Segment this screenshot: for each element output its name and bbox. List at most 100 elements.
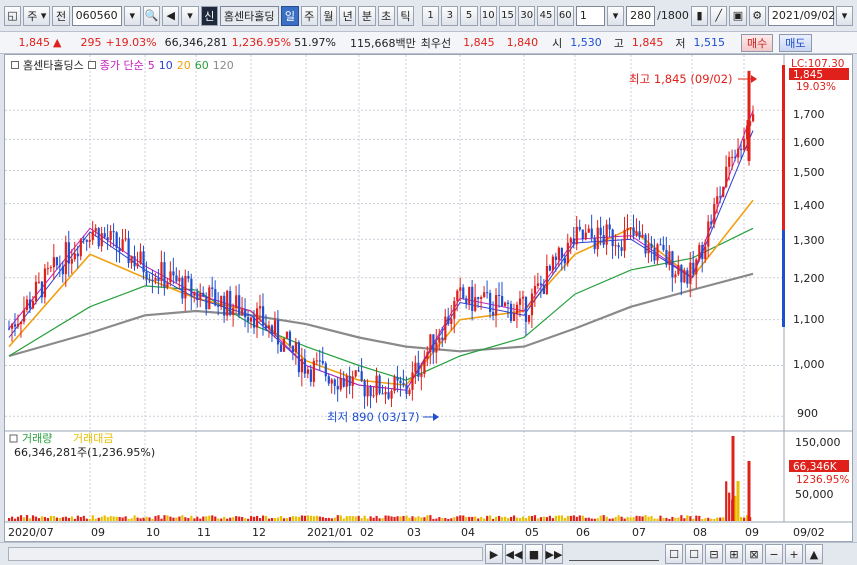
high-annotation: 최고 1,845 (09/02) [629,72,733,86]
scroll-up-icon[interactable]: ▲ [805,544,823,564]
volume-bar [279,516,283,521]
legend-ma-box[interactable] [87,61,96,69]
candle-body [740,148,743,151]
interval-60[interactable]: 60 [556,5,574,26]
count-input[interactable]: 280 [626,5,656,26]
volume-bar [303,515,307,521]
buy-button[interactable]: 매수 [741,33,774,52]
price-tick-1000: 1,000 [793,358,825,371]
candle-body [247,317,250,322]
menu-dropdown-icon[interactable]: ▾ [181,5,199,26]
scroll-right-icon[interactable]: ▶ [485,544,503,564]
candle-body [357,370,360,372]
legend-box[interactable] [11,61,19,69]
zoom-plus-icon[interactable]: + [785,544,803,564]
candle-body [309,369,312,382]
stop-icon[interactable]: ■ [525,544,543,564]
rewind-icon[interactable]: ◀◀ [505,544,523,564]
date-input[interactable]: 2021/09/02 [767,5,835,26]
interval-5[interactable]: 5 [460,5,478,26]
volume-bar [435,518,438,521]
candle-body [342,378,345,387]
volume-bar [151,518,154,521]
candle-body [351,376,354,386]
layout-icon[interactable]: ◱ [4,5,22,26]
volume-bar [563,517,566,521]
candle-body [8,328,11,330]
chart-tool-icon-1[interactable]: ⊟ [705,544,723,564]
volume-bar [495,516,498,521]
volume-bar [58,517,61,521]
candle-type-icon[interactable]: ▮ [690,5,709,26]
interval-45[interactable]: 45 [537,5,555,26]
candle-body [16,324,20,327]
zoom-slider[interactable] [569,547,659,561]
x-tick-02: 02 [360,526,374,539]
volume-bar [339,515,342,521]
volume-bar [605,516,608,521]
period-year[interactable]: 년 [339,5,357,26]
step-input[interactable]: 1 [575,5,605,26]
save-icon[interactable]: ▣ [729,5,747,26]
candle-body [94,228,97,232]
volume-bar [145,516,148,521]
period-month[interactable]: 월 [319,5,338,26]
candle-body [88,240,91,242]
interval-10[interactable]: 10 [479,5,497,26]
zoom-checkbox-1[interactable]: ☐ [665,544,683,564]
zoom-minus-icon[interactable]: − [765,544,783,564]
price-volume-chart[interactable]: 1,700 1,600 1,500 1,400 1,300 1,200 1,10… [5,55,852,541]
chart-panel[interactable]: 1,700 1,600 1,500 1,400 1,300 1,200 1,10… [4,54,853,542]
volume-bar [626,517,629,521]
candle-body [148,279,151,281]
candle-body [258,306,262,309]
vol-legend-box[interactable] [9,434,18,443]
candle-body [710,221,713,225]
period-week[interactable]: 주 [300,5,318,26]
chart-tool-icon-2[interactable]: ⊞ [725,544,743,564]
period-tick[interactable]: 틱 [396,5,415,26]
vol-legend-volume: 거래량 [22,432,52,445]
sound-icon[interactable]: ◀ [162,5,180,26]
volume-bar [656,518,659,521]
volume-bar [357,515,360,521]
market-select[interactable]: 주 ▾ [23,5,51,26]
volume-bar [674,517,677,521]
code-input[interactable]: 060560 [71,5,122,26]
chart-tool-icon-3[interactable]: ⊠ [745,544,763,564]
candle-body [193,291,196,296]
candle-body [629,227,632,229]
volume-bar [19,515,23,521]
line-tool-icon[interactable]: ╱ [710,5,728,26]
volume-bar [402,515,405,521]
date-dropdown-icon[interactable]: ▾ [835,5,854,26]
candle-body [288,331,292,346]
interval-30[interactable]: 30 [518,5,536,26]
scroll-track[interactable] [8,547,483,561]
candle-body [378,375,381,394]
volume-bar [566,515,569,521]
up-arrow-icon: ▲ [53,36,62,49]
period-minute[interactable]: 분 [358,5,376,26]
interval-3[interactable]: 3 [441,5,459,26]
sell-button[interactable]: 매도 [779,33,812,52]
volume-bar [276,517,280,521]
volume-bar [190,515,193,521]
interval-1[interactable]: 1 [421,5,440,26]
volume-bar [462,515,465,521]
zoom-checkbox-2[interactable]: ☐ [685,544,703,564]
search-icon[interactable]: 🔍 [142,5,161,26]
code-dropdown-icon[interactable]: ▾ [123,5,141,26]
period-day[interactable]: 일 [281,5,299,26]
candle-body [318,360,321,362]
candle-body-last [747,70,751,161]
interval-15[interactable]: 15 [498,5,517,26]
volume-bar [557,515,560,521]
volume-bar [118,516,121,521]
prev-button[interactable]: 전 [52,5,70,26]
step-dropdown-icon[interactable]: ▾ [606,5,625,26]
forward-icon[interactable]: ▶▶ [545,544,563,564]
period-second[interactable]: 초 [377,5,395,26]
legend-ma-label: 종가 단순 [99,59,144,72]
gear-icon[interactable]: ⚙ [748,5,766,26]
